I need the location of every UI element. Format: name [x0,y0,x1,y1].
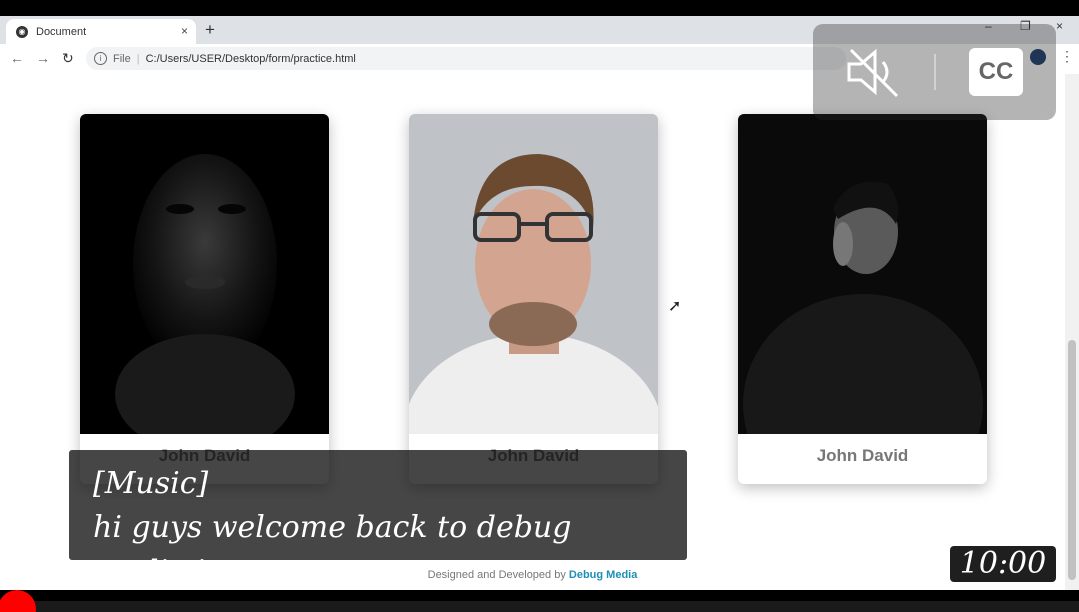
progress-knob-clip [0,590,36,612]
profile-card: John David [738,114,987,484]
url-text: C:/Users/USER/Desktop/form/practice.html [145,52,356,65]
new-tab-button[interactable]: + [205,20,215,40]
reload-icon[interactable]: ↻ [62,50,74,67]
back-icon[interactable]: ← [10,50,24,66]
forward-icon[interactable]: → [36,50,50,66]
mouse-cursor-icon: ➚ [668,298,682,315]
video-overlay-controls: CC [813,24,1056,120]
globe-icon: ◉ [16,25,28,38]
address-bar[interactable]: i File | C:/Users/USER/Desktop/form/prac… [86,47,846,70]
close-window-button[interactable]: × [1056,19,1063,33]
portrait-photo [80,114,329,434]
scrollbar-thumb[interactable] [1068,340,1076,580]
portrait-photo [409,114,658,434]
progress-knob[interactable] [0,590,36,612]
caption-line: [Music] [93,466,209,501]
video-timestamp: 10:00 [950,546,1056,582]
overlay-divider [934,54,936,90]
progress-track[interactable] [0,601,1079,612]
info-icon[interactable]: i [94,52,107,65]
portrait-photo [738,114,987,434]
video-progress-bar[interactable] [0,590,1079,612]
caption-line: hi guys welcome back to debug media in [93,510,572,589]
tab-title: Document [36,25,87,38]
muted-speaker-icon[interactable] [843,44,903,100]
file-label: File [113,52,131,65]
tab-close-icon[interactable]: × [181,24,188,38]
card-name: John David [816,446,909,465]
menu-kebab-icon[interactable]: ⋮ [1060,48,1074,65]
profile-card: John David [80,114,329,484]
address-separator: | [136,52,140,65]
tab-document[interactable]: ◉ Document × [6,19,196,44]
cc-button[interactable]: CC [969,48,1023,96]
page-scrollbar[interactable] [1065,74,1079,590]
profile-card: John David [409,114,658,484]
video-caption: [Music] hi guys welcome back to debug me… [69,450,687,589]
video-top-bar [0,0,1079,16]
